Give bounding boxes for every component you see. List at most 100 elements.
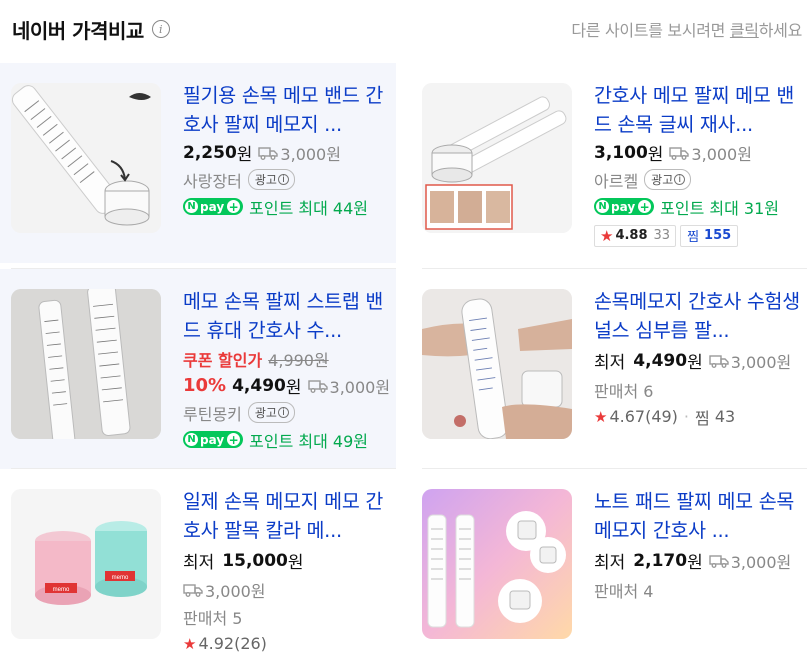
seller-count[interactable]: 판매처 5 <box>183 605 242 629</box>
price: 3,100 <box>594 142 648 163</box>
product-card[interactable]: memo memo 일제 손목 메모지 메모 간호사 팔목 칼라 메... 최저… <box>0 469 396 669</box>
ad-badge[interactable]: 광고 i <box>247 169 295 190</box>
price: 15,000 <box>222 550 288 571</box>
seller-row: 아르켈 광고 i <box>594 166 804 193</box>
product-info: 간호사 메모 팔찌 메모 밴드 손목 글씨 재사... 3,100 원 3,000… <box>594 81 804 249</box>
shipping-fee: 3,000원 <box>183 578 266 602</box>
review-count: 33 <box>653 228 671 243</box>
coupon-label: 쿠폰 할인가 <box>183 350 263 370</box>
product-card[interactable]: 간호사 메모 팔찌 메모 밴드 손목 글씨 재사... 3,100 원 3,000… <box>411 63 807 263</box>
product-card[interactable]: 메모 손목 팔찌 스트랩 밴드 휴대 간호사 수... 쿠폰 할인가 4,990… <box>0 269 396 469</box>
price-unit: 원 <box>236 145 253 165</box>
plus-icon: + <box>227 199 241 214</box>
product-card[interactable]: 필기용 손목 메모 밴드 간호사 팔찌 메모지 ... 2,250 원 3,000… <box>0 63 396 263</box>
shipping-fee: 3,000원 <box>709 349 791 373</box>
product-name[interactable]: 간호사 메모 팔찌 메모 밴드 손목 글씨 재사... <box>594 81 804 139</box>
seller-count[interactable]: 판매처 6 <box>594 378 653 402</box>
truck-icon <box>307 379 328 393</box>
product-name[interactable]: 일제 손목 메모지 메모 간호사 팔목 칼라 메... <box>183 487 393 545</box>
point-row: Npay + 포인트 최대 31원 <box>594 193 804 220</box>
rating-value: 4.92 <box>198 634 235 653</box>
price-row: 최저 2,170 원 3,000원 <box>594 545 804 576</box>
seller-count[interactable]: 판매처 4 <box>594 578 653 602</box>
seller-name[interactable]: 사랑장터 <box>183 168 242 192</box>
notice-text: 다른 사이트를 보시려면 <box>571 21 730 40</box>
band-text: memo <box>53 587 70 593</box>
naverpay-badge: Npay + <box>594 198 655 215</box>
rating-box[interactable]: ★ 4.88 33 <box>594 224 677 247</box>
truck-icon <box>669 146 690 160</box>
price: 2,250 <box>183 142 237 163</box>
product-name[interactable]: 필기용 손목 메모 밴드 간호사 팔찌 메모지 ... <box>183 81 393 139</box>
seller-row: 사랑장터 광고 i <box>183 166 393 193</box>
price-unit: 원 <box>687 553 703 573</box>
shipping-fee: 3,000원 <box>709 549 792 573</box>
price-unit: 원 <box>647 145 664 165</box>
rating-value: 4.88 <box>615 228 648 243</box>
info-icon: i <box>277 174 289 185</box>
product-info: 노트 패드 팔찌 메모 손목 메모지 간호사 ... 최저 2,170 원 3,0… <box>594 487 804 603</box>
point-text: 포인트 최대 49원 <box>249 431 368 451</box>
truck-icon <box>709 554 729 568</box>
product-card[interactable]: 손목메모지 간호사 수험생 널스 심부름 팔... 최저 4,490 원 3,00… <box>411 269 807 469</box>
naverpay-badge: Npay + <box>183 198 244 215</box>
ad-label: 광고 <box>254 173 277 187</box>
review-row: ★ 4.67 (49) · 찜 43 <box>594 403 804 430</box>
seller-count-row: 판매처 5 <box>183 603 393 630</box>
separator-dot: · <box>683 407 690 426</box>
band-text: memo <box>112 575 129 581</box>
price-row: 10% 4,490 원 3,000원 <box>183 372 393 399</box>
price-row: 최저 15,000 원 <box>183 545 393 576</box>
product-thumbnail[interactable]: memo memo <box>11 489 161 639</box>
notice-text-end: 하세요 <box>758 21 803 40</box>
lowest-prefix: 최저 <box>594 553 626 573</box>
truck-icon <box>183 583 203 597</box>
info-icon: i <box>674 174 686 185</box>
product-info: 일제 손목 메모지 메모 간호사 팔목 칼라 메... 최저 15,000 원 3… <box>183 487 393 657</box>
point-row: Npay + 포인트 최대 49원 <box>183 426 393 453</box>
favorite-count: 155 <box>704 228 732 243</box>
seller-name[interactable]: 루틴몽키 <box>183 401 242 425</box>
favorite-label: 찜 <box>695 408 710 428</box>
seller-name[interactable]: 아르켈 <box>594 168 638 192</box>
click-link[interactable]: 클릭 <box>730 21 759 40</box>
truck-icon <box>709 354 729 368</box>
price-unit: 원 <box>287 553 304 573</box>
shipping-fee: 3,000원 <box>669 141 752 165</box>
npay-label: pay <box>200 199 225 214</box>
product-thumbnail[interactable] <box>422 489 572 639</box>
shipping-row: 3,000원 <box>183 576 393 603</box>
naverpay-badge: Npay + <box>183 431 244 448</box>
info-icon: i <box>277 407 289 418</box>
product-name[interactable]: 메모 손목 팔찌 스트랩 밴드 휴대 간호사 수... <box>183 287 393 345</box>
product-name[interactable]: 노트 패드 팔찌 메모 손목 메모지 간호사 ... <box>594 487 804 545</box>
review-row: ★ 4.92 (26) <box>183 630 393 657</box>
info-icon[interactable]: i <box>151 20 170 38</box>
npay-label: pay <box>200 432 225 447</box>
ad-badge[interactable]: 광고 i <box>247 402 295 423</box>
product-thumbnail[interactable] <box>422 83 572 233</box>
price-row: 2,250 원 3,000원 <box>183 139 393 166</box>
favorite-box[interactable]: 찜 155 <box>680 224 739 247</box>
price-row: 최저 4,490 원 3,000원 <box>594 345 804 376</box>
product-info: 손목메모지 간호사 수험생 널스 심부름 팔... 최저 4,490 원 3,00… <box>594 287 804 430</box>
price: 4,490 <box>232 375 286 396</box>
shipping-value: 3,000원 <box>205 581 266 601</box>
star-icon: ★ <box>594 407 608 426</box>
price-unit: 원 <box>687 353 703 373</box>
product-name[interactable]: 손목메모지 간호사 수험생 널스 심부름 팔... <box>594 287 804 345</box>
product-card[interactable]: 노트 패드 팔찌 메모 손목 메모지 간호사 ... 최저 2,170 원 3,0… <box>411 469 807 669</box>
shipping-value: 3,000원 <box>730 552 792 572</box>
lowest-prefix: 최저 <box>183 553 215 573</box>
product-thumbnail[interactable] <box>11 289 161 439</box>
ad-label: 광고 <box>254 406 277 420</box>
point-row: Npay + 포인트 최대 44원 <box>183 193 393 220</box>
seller-count-row: 판매처 6 <box>594 376 804 403</box>
truck-icon <box>258 146 279 160</box>
ad-badge[interactable]: 광고 i <box>644 169 692 190</box>
lowest-prefix: 최저 <box>594 353 626 373</box>
product-thumbnail[interactable] <box>422 289 572 439</box>
coupon-row: 쿠폰 할인가 4,990원 <box>183 345 393 372</box>
product-thumbnail[interactable] <box>11 83 161 233</box>
page-title: 네이버 가격비교 <box>12 18 144 43</box>
